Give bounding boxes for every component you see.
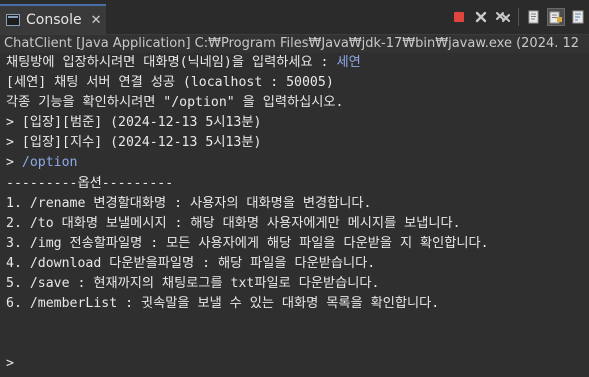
console-line-text: 채팅방에 입장하시려면 대화명(닉네임)을 입력하세요 : [6,55,337,70]
close-tab-icon[interactable]: ✕ [91,13,102,28]
console-line: 2. /to 대화명 보낼메시지 : 해당 대화명 사용자에게만 메시지를 보냅… [6,214,589,234]
console-line-text: [세연] 채팅 서버 연결 성공 (localhost : 50005) [6,75,334,91]
process-label: ChatClient [Java Application] C:₩Program… [0,35,589,53]
console-line-text: 각종 기능을 확인하시려면 "/option" 을 입력하십시오. [6,95,344,111]
console-line-text: 3. /img 전송할파일명 : 모든 사용자에게 해당 파일을 다운받을 지 … [6,235,489,251]
console-line: 3. /img 전송할파일명 : 모든 사용자에게 해당 파일을 다운받을 지 … [6,234,589,254]
console-view-header: Console ✕ [0,0,589,35]
console-line: > /option [6,153,589,173]
terminate-button[interactable] [450,8,468,26]
remove-all-terminated-icon [496,12,510,22]
console-line: 채팅방에 입장하시려면 대화명(닉네임)을 입력하세요 : 세연 [6,53,589,73]
console-line: ---------옵션--------- [6,174,589,194]
console-line-text: > [입장][범준] (2024-12-13 5시13분) [6,115,262,131]
console-output[interactable]: 채팅방에 입장하시려면 대화명(닉네임)을 입력하세요 : 세연 [세연] 채팅 … [0,53,589,377]
remove-launch-button[interactable] [472,8,490,26]
console-line: [세연] 채팅 서버 연결 성공 (localhost : 50005) [6,73,589,93]
console-icon [6,14,20,26]
terminate-icon [454,12,464,22]
console-toolbar [450,7,587,27]
console-line: > [6,354,589,374]
console-line: 각종 기능을 확인하시려면 "/option" 을 입력하십시오. [6,93,589,113]
console-line: 6. /memberList : 귓속말을 보낼 수 있는 대화명 목록을 확인… [6,294,589,314]
console-line-text: 4. /download 다운받을파일명 : 해당 파일을 다운받습니다. [6,255,376,271]
console-line: 1. /rename 변경할대화명 : 사용자의 대화명을 변경합니다. [6,194,589,214]
console-line-text: > [6,155,22,171]
console-line-text: 2. /to 대화명 보낼메시지 : 해당 대화명 사용자에게만 메시지를 보냅… [6,215,461,231]
tab-console[interactable]: Console ✕ [0,4,106,34]
console-line: > [입장][범준] (2024-12-13 5시13분) [6,113,589,133]
console-user-input: 세연 [336,55,361,70]
word-wrap-icon [572,10,584,24]
console-line-text: ---------옵션--------- [6,175,174,191]
console-line-text: > [6,356,22,372]
console-line-text: 6. /memberList : 귓속말을 보낼 수 있는 대화명 목록을 확인… [6,296,440,312]
tab-label: Console [26,12,82,28]
remove-all-terminated-button[interactable] [494,8,512,26]
console-line: 4. /download 다운받을파일명 : 해당 파일을 다운받습니다. [6,254,589,274]
clear-console-button[interactable] [525,8,543,26]
console-line-text: 1. /rename 변경할대화명 : 사용자의 대화명을 변경합니다. [6,195,372,211]
scroll-lock-icon [549,11,562,24]
console-line: > [입장][지수] (2024-12-13 5시13분) [6,133,589,153]
console-user-input: /option [21,155,78,171]
remove-launch-icon [475,11,487,23]
console-line: 5. /save : 현재까지의 채팅로그를 txt파일로 다운받습니다. [6,274,589,294]
clear-console-icon [528,10,539,24]
scroll-lock-button[interactable] [547,8,565,26]
console-line-text: > [입장][지수] (2024-12-13 5시13분) [6,135,262,151]
word-wrap-button[interactable] [569,8,587,26]
console-line-text: 5. /save : 현재까지의 채팅로그를 txt파일로 다운받습니다. [6,276,380,292]
toolbar-separator [518,8,519,26]
